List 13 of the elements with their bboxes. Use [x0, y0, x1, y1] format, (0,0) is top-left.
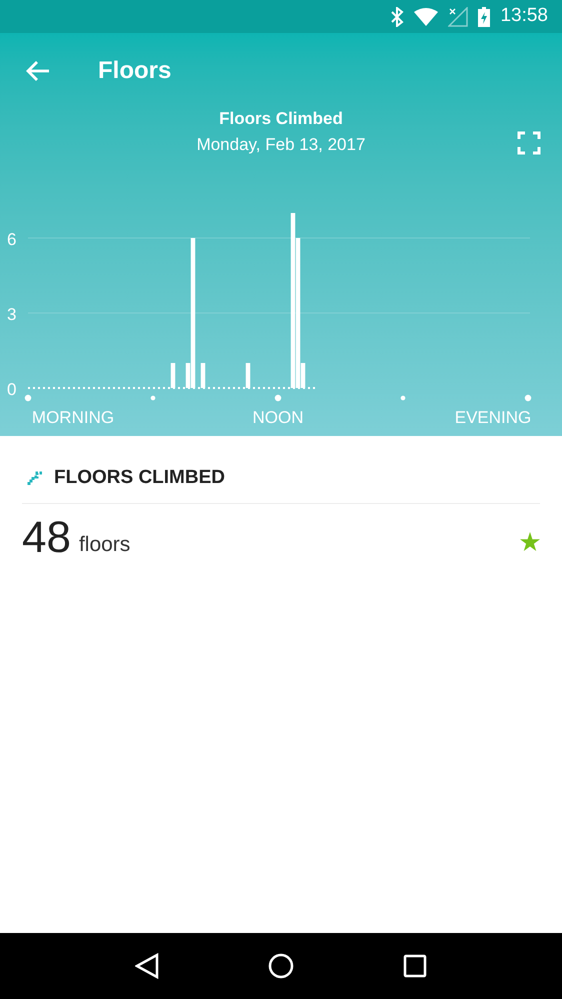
- x-tick-label: MORNING: [32, 408, 114, 427]
- x-tick-label: EVENING: [454, 408, 532, 427]
- status-time: 13:58: [500, 4, 548, 28]
- x-tick-label: NOON: [252, 408, 304, 427]
- floors-count: 48: [22, 514, 71, 562]
- chart-date: Monday, Feb 13, 2017: [196, 134, 366, 156]
- floors-unit: floors: [78, 532, 130, 558]
- section-heading: FLOORS CLIMBED: [54, 466, 225, 490]
- y-tick-label: 6: [7, 230, 16, 249]
- y-tick-label: 0: [7, 380, 16, 399]
- chart-title: Floors Climbed: [219, 108, 343, 130]
- screen-title: Floors: [98, 56, 172, 86]
- y-tick-label: 3: [7, 305, 16, 324]
